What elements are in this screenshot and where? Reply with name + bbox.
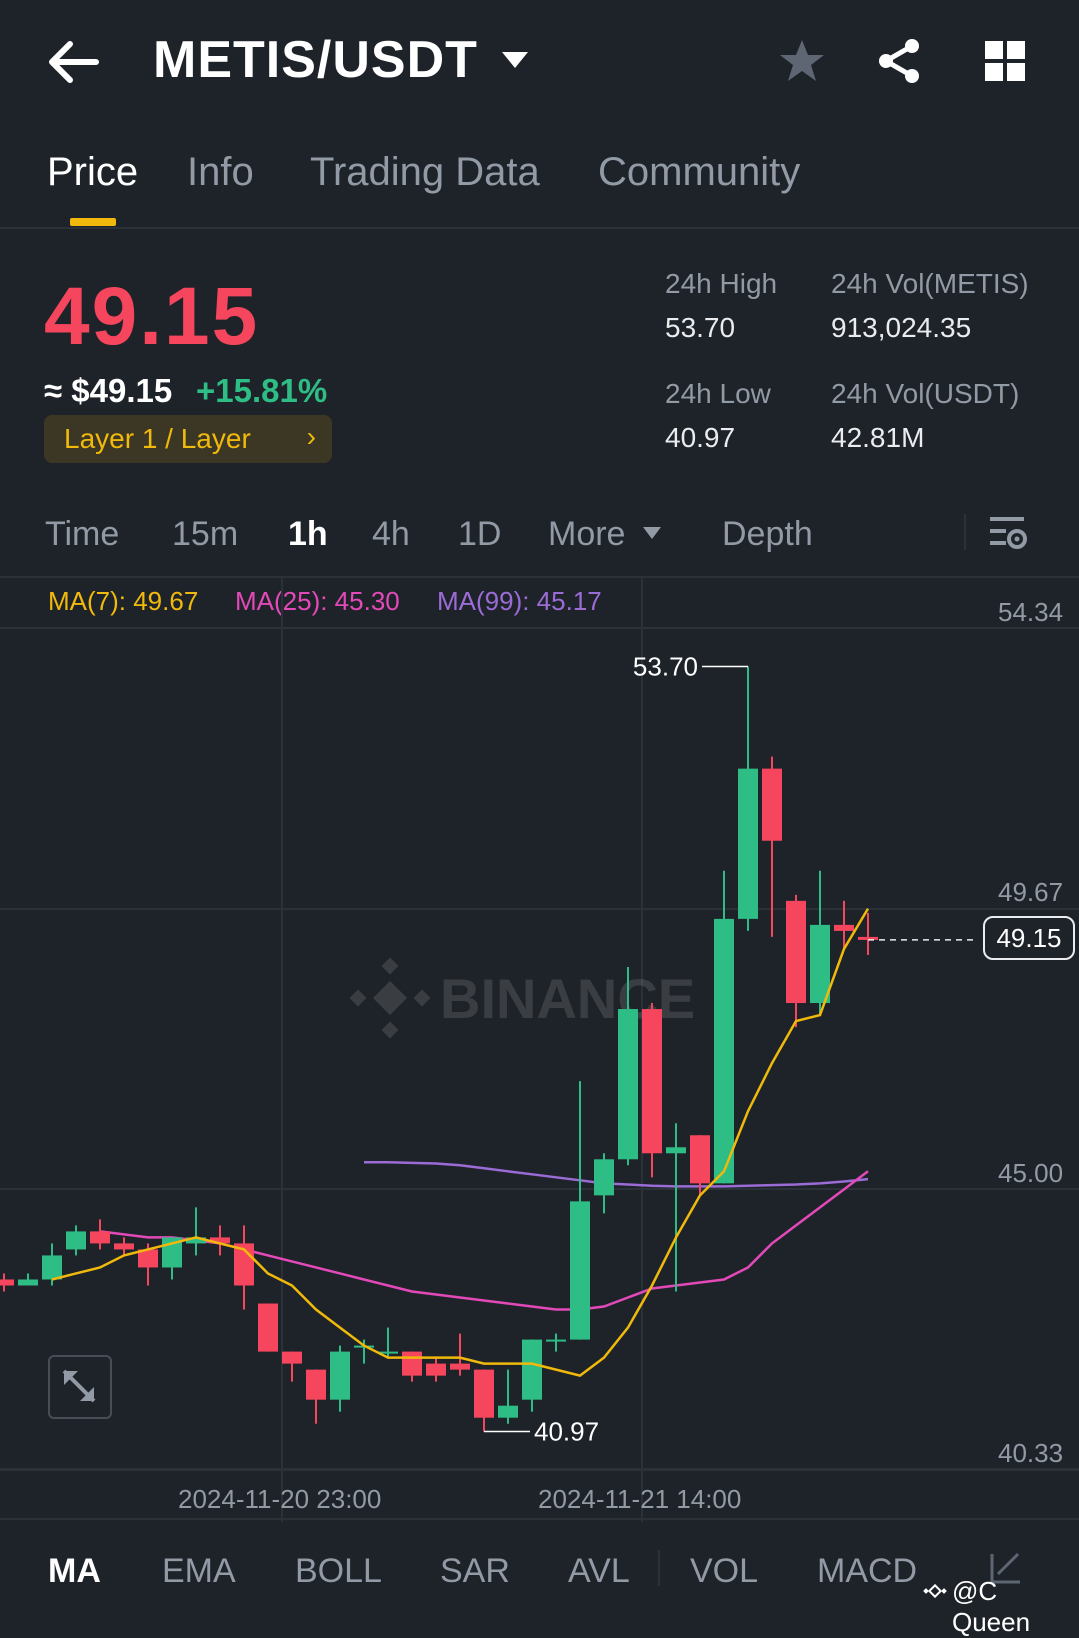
candle-body <box>762 768 782 841</box>
candlestick-chart[interactable]: BINANCE 53.7040.97 <box>0 578 1079 1522</box>
interval-15m[interactable]: 15m <box>172 515 238 554</box>
candle-body <box>18 1279 38 1286</box>
last-price: 49.15 <box>44 271 260 362</box>
indicator-avl[interactable]: AVL <box>568 1552 630 1591</box>
tab-community[interactable]: Community <box>598 150 800 195</box>
candle-body <box>714 918 734 1184</box>
candle-body <box>402 1351 422 1376</box>
candle-body <box>282 1351 302 1364</box>
x-tick-label: 2024-11-21 14:00 <box>538 1484 742 1514</box>
y-tick-label: 49.67 <box>998 877 1064 907</box>
indicator-vol[interactable]: VOL <box>690 1552 758 1591</box>
binance-logo-icon <box>923 1583 947 1599</box>
interval-more[interactable]: More <box>548 515 625 554</box>
candle-body <box>258 1303 278 1352</box>
indicator-ema[interactable]: EMA <box>162 1552 236 1591</box>
price-change: +15.81% <box>196 372 328 409</box>
candle-body <box>690 1135 710 1184</box>
indicator-macd[interactable]: MACD <box>817 1552 917 1591</box>
ma99-line <box>364 1161 869 1188</box>
candle-body <box>522 1339 542 1400</box>
ma99-line-group <box>364 1161 869 1188</box>
candle-body <box>810 924 830 1004</box>
candle-body <box>330 1351 350 1400</box>
grid-icon[interactable] <box>984 40 1026 82</box>
candle-body <box>786 900 806 1004</box>
candles-group <box>0 666 878 1432</box>
interval-4h[interactable]: 4h <box>372 515 410 554</box>
tab-price[interactable]: Price <box>47 150 138 195</box>
vol-base-label: 24h Vol(METIS) <box>831 268 1029 299</box>
interval-1h[interactable]: 1h <box>288 515 328 554</box>
interval-1d[interactable]: 1D <box>458 515 501 554</box>
tab-info[interactable]: Info <box>187 150 254 195</box>
candle-body <box>834 924 854 931</box>
active-tab-indicator <box>70 218 116 226</box>
tabs-divider <box>0 227 1079 229</box>
x-tick-label: 2024-11-20 23:00 <box>178 1484 382 1514</box>
high-label: 24h High <box>665 268 778 299</box>
candle-body <box>498 1405 518 1418</box>
candle-body <box>42 1255 62 1280</box>
interval-time[interactable]: Time <box>45 515 119 554</box>
star-icon[interactable] <box>778 38 826 84</box>
category-tag-label: Layer 1 / Layer <box>64 423 251 454</box>
pair-title[interactable]: METIS/USDT <box>153 30 478 90</box>
low-annotation-label: 40.97 <box>534 1417 599 1447</box>
user-watermark: @C Queen <box>952 1576 1031 1637</box>
indicator-boll[interactable]: BOLL <box>295 1552 382 1591</box>
tab-trading-data[interactable]: Trading Data <box>310 150 540 195</box>
candle-body <box>738 768 758 919</box>
indicator-ma[interactable]: MA <box>48 1552 101 1591</box>
indicator-divider <box>0 1518 1079 1520</box>
x-axis-divider <box>0 1468 1079 1470</box>
expand-icon <box>62 1369 96 1403</box>
candle-body <box>570 1201 590 1340</box>
candle-body <box>546 1339 566 1342</box>
share-icon[interactable] <box>876 37 924 85</box>
high-annotation-label: 53.70 <box>633 651 698 681</box>
indicator-separator <box>658 1550 660 1586</box>
candle-body <box>666 1147 686 1154</box>
candle-body <box>474 1369 494 1418</box>
last-price-marker: 49.15 <box>983 916 1075 960</box>
fullscreen-button[interactable] <box>48 1355 112 1419</box>
indicator-sar[interactable]: SAR <box>440 1552 510 1591</box>
category-tag[interactable]: Layer 1 / Layer › <box>44 415 332 463</box>
caret-down-icon[interactable] <box>500 50 530 70</box>
y-tick-label: 54.34 <box>998 597 1064 627</box>
usd-price: ≈ $49.15 <box>44 372 173 409</box>
candle-body <box>450 1363 470 1370</box>
candle-body <box>306 1369 326 1400</box>
y-tick-label: 45.00 <box>998 1158 1064 1188</box>
y-tick-label: 40.33 <box>998 1438 1064 1468</box>
chevron-right-icon: › <box>306 421 316 452</box>
low-label: 24h Low <box>665 378 771 409</box>
candle-body <box>66 1231 86 1250</box>
vol-quote-value: 42.81M <box>831 422 925 453</box>
more-caret-icon[interactable] <box>642 526 662 540</box>
interval-separator <box>964 514 966 550</box>
chart-settings-icon[interactable] <box>988 513 1028 553</box>
candle-body <box>90 1231 110 1244</box>
candle-body <box>426 1363 446 1376</box>
vol-base-value: 913,024.35 <box>831 312 972 343</box>
candle-body <box>0 1279 14 1286</box>
back-button[interactable] <box>44 35 104 89</box>
candle-body <box>594 1159 614 1196</box>
candle-body <box>642 1009 662 1154</box>
arrow-left-icon <box>49 41 99 83</box>
candle-body <box>114 1243 134 1250</box>
high-value: 53.70 <box>665 312 736 343</box>
candle-body <box>618 1009 638 1160</box>
interval-depth[interactable]: Depth <box>722 515 813 554</box>
low-value: 40.97 <box>665 422 736 453</box>
vol-quote-label: 24h Vol(USDT) <box>831 378 1020 409</box>
